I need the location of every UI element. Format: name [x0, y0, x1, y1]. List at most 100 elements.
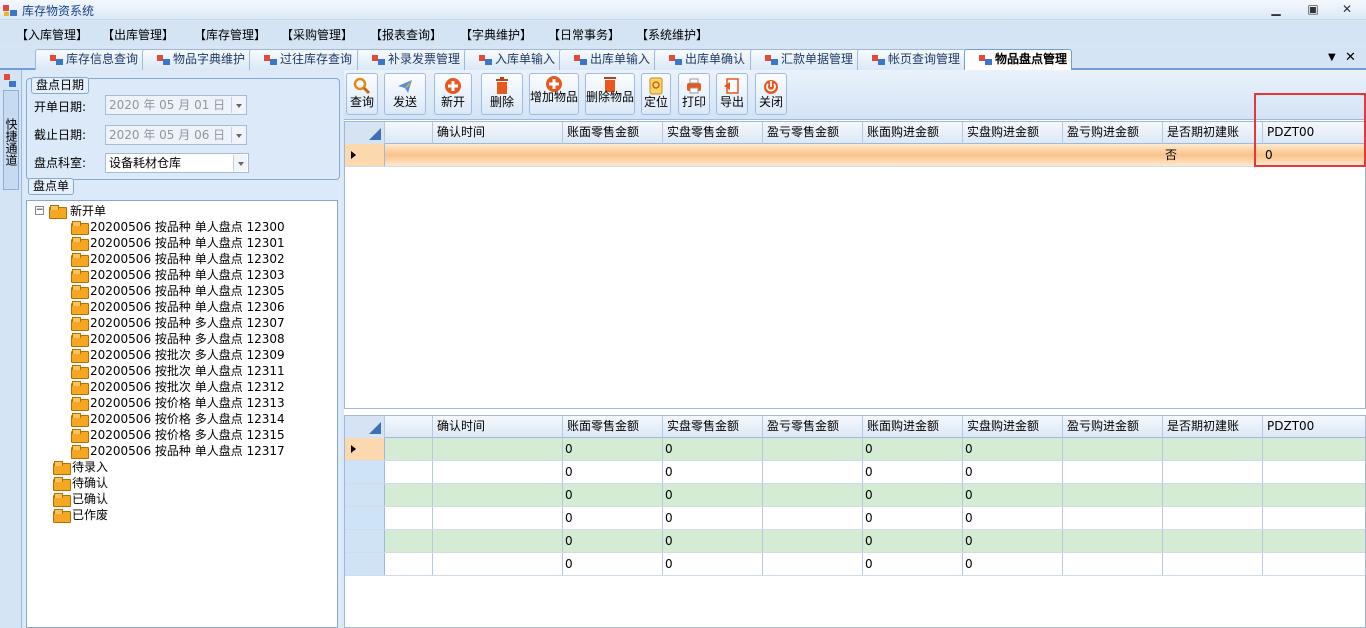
table-cell[interactable]	[385, 438, 433, 460]
tree-item[interactable]: 20200506 按品种 单人盘点 12306	[71, 299, 331, 315]
table-row[interactable]: 0000	[345, 438, 1365, 461]
table-cell[interactable]	[1263, 530, 1365, 552]
column-header[interactable]: 确认时间	[433, 122, 563, 144]
end-date-dropdown[interactable]	[231, 127, 245, 143]
table-cell[interactable]	[433, 530, 563, 552]
table-row[interactable]: 0000	[345, 530, 1365, 553]
column-header[interactable]: 盈亏购进金额	[1063, 122, 1163, 144]
start-date-field[interactable]: 2020 年 05 月 01 日	[105, 95, 247, 115]
tab-outbound-input[interactable]: 出库单输入	[559, 49, 658, 70]
table-cell[interactable]: 0	[963, 530, 1063, 552]
locate-button[interactable]: 定位	[641, 73, 671, 115]
table-cell[interactable]	[963, 144, 1063, 166]
column-header[interactable]: 盈亏购进金额	[1063, 416, 1163, 438]
summary-grid[interactable]: 确认时间 账面零售金额 实盘零售金额 盈亏零售金额 账面购进金额 实盘购进金额 盈亏购进金额…	[344, 121, 1366, 409]
table-cell[interactable]	[1263, 438, 1365, 460]
column-header[interactable]: 实盘购进金额	[963, 416, 1063, 438]
grid-corner[interactable]	[345, 416, 385, 438]
delete-button[interactable]: 删除	[481, 73, 523, 115]
table-cell[interactable]: 0	[563, 438, 663, 460]
table-cell[interactable]	[385, 553, 433, 575]
close-button-toolbar[interactable]: 关闭	[755, 73, 787, 115]
table-cell[interactable]	[763, 530, 863, 552]
table-cell[interactable]: 0	[563, 553, 663, 575]
tree-item[interactable]: 20200506 按价格 多人盘点 12314	[71, 411, 331, 427]
close-tab-icon[interactable]: ✕	[1345, 50, 1356, 65]
table-cell[interactable]	[863, 144, 963, 166]
table-cell[interactable]	[1163, 530, 1263, 552]
tab-ledger[interactable]: 帐页查询管理	[857, 49, 968, 70]
table-cell[interactable]: 0	[963, 484, 1063, 506]
table-cell[interactable]: 0	[963, 553, 1063, 575]
table-cell[interactable]: 否	[1163, 144, 1263, 166]
dept-select[interactable]: 设备耗材仓库	[105, 153, 249, 173]
tree-item[interactable]: 20200506 按品种 单人盘点 12305	[71, 283, 331, 299]
tab-invoice[interactable]: 补录发票管理	[357, 49, 468, 70]
column-header[interactable]: 是否期初建账	[1163, 122, 1263, 144]
table-cell[interactable]: 0	[863, 553, 963, 575]
column-header[interactable]: 账面零售金额	[563, 122, 663, 144]
table-cell[interactable]	[1163, 438, 1263, 460]
column-header[interactable]	[385, 416, 433, 438]
column-header[interactable]: 账面购进金额	[863, 416, 963, 438]
table-cell[interactable]	[663, 144, 763, 166]
table-cell[interactable]	[763, 461, 863, 483]
tree-item[interactable]: 20200506 按品种 单人盘点 12303	[71, 267, 331, 283]
column-header[interactable]: 账面购进金额	[863, 122, 963, 144]
row-header[interactable]	[345, 507, 385, 529]
table-cell[interactable]	[563, 144, 663, 166]
table-cell[interactable]	[763, 553, 863, 575]
tab-stock-query[interactable]: 库存信息查询	[35, 49, 146, 70]
table-row[interactable]: 0000	[345, 484, 1365, 507]
restore-button[interactable]: ▣	[1302, 2, 1324, 18]
row-header[interactable]	[345, 438, 385, 460]
column-header[interactable]: 是否期初建账	[1163, 416, 1263, 438]
send-button[interactable]: 发送	[384, 73, 426, 115]
table-cell[interactable]	[433, 461, 563, 483]
menu-dictionary[interactable]: 【字典维护】	[460, 26, 532, 43]
table-cell[interactable]	[385, 484, 433, 506]
tree-folder[interactable]: 已作废	[53, 507, 253, 523]
row-header[interactable]	[345, 461, 385, 483]
column-header[interactable]: 账面零售金额	[563, 416, 663, 438]
tab-outbound-confirm[interactable]: 出库单确认	[654, 49, 754, 70]
table-cell[interactable]	[385, 461, 433, 483]
tree-item[interactable]: 20200506 按批次 单人盘点 12311	[71, 363, 331, 379]
table-cell[interactable]	[433, 144, 563, 166]
column-header[interactable]: 确认时间	[433, 416, 563, 438]
table-cell[interactable]: 0	[963, 438, 1063, 460]
tree-item[interactable]: 20200506 按品种 多人盘点 12308	[71, 331, 331, 347]
table-cell[interactable]: 0	[963, 507, 1063, 529]
table-cell[interactable]: 0	[663, 507, 763, 529]
menu-inventory[interactable]: 【库存管理】	[194, 26, 266, 43]
table-row[interactable]: 否0	[345, 144, 1365, 167]
table-row[interactable]: 0000	[345, 507, 1365, 530]
table-cell[interactable]	[433, 484, 563, 506]
table-cell[interactable]: 0	[663, 461, 763, 483]
column-header[interactable]: 实盘购进金额	[963, 122, 1063, 144]
table-cell[interactable]	[385, 144, 433, 166]
table-row[interactable]: 0000	[345, 553, 1365, 576]
tree-folder[interactable]: 待确认	[53, 475, 253, 491]
table-cell[interactable]	[763, 144, 863, 166]
tree-item[interactable]: 20200506 按价格 多人盘点 12315	[71, 427, 331, 443]
table-cell[interactable]: 0	[863, 438, 963, 460]
add-item-button[interactable]: 增加物品	[529, 73, 579, 115]
column-header[interactable]: 盈亏零售金额	[763, 122, 863, 144]
row-header[interactable]	[345, 484, 385, 506]
menu-reports[interactable]: 【报表查询】	[370, 26, 442, 43]
tab-stocktake[interactable]: 物品盘点管理	[964, 49, 1072, 70]
tree-folder[interactable]: 待录入	[53, 459, 253, 475]
table-cell[interactable]: 0	[663, 530, 763, 552]
print-button[interactable]: 打印	[678, 73, 710, 115]
table-cell[interactable]	[1163, 507, 1263, 529]
menu-purchase[interactable]: 【采购管理】	[281, 26, 353, 43]
column-header[interactable]	[385, 122, 433, 144]
table-cell[interactable]: 0	[963, 461, 1063, 483]
column-header[interactable]: 实盘零售金额	[663, 416, 763, 438]
delete-item-button[interactable]: 删除物品	[585, 73, 635, 115]
table-cell[interactable]: 0	[663, 553, 763, 575]
row-header[interactable]	[345, 553, 385, 575]
menu-inbound[interactable]: 【入库管理】	[16, 26, 88, 43]
table-cell[interactable]: 0	[563, 461, 663, 483]
